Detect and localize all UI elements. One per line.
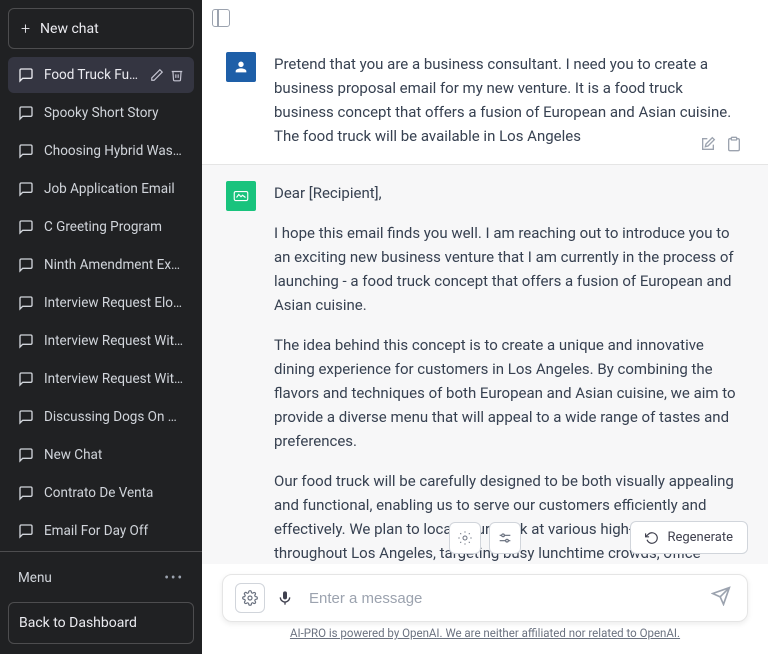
main-panel: Pretend that you are a business consulta… — [202, 0, 768, 654]
messages-container[interactable]: Pretend that you are a business consulta… — [202, 36, 768, 564]
assistant-paragraph: The idea behind this concept is to creat… — [274, 333, 744, 453]
chat-item[interactable]: Choosing Hybrid Washers — [8, 133, 194, 169]
refresh-icon — [645, 531, 659, 545]
delete-chat-icon[interactable] — [170, 68, 184, 82]
chat-list[interactable]: Food Truck Fusion C Spooky Short Story Cho… — [0, 57, 202, 551]
chat-item[interactable]: Interview Request With Mu — [8, 323, 194, 359]
chat-item[interactable]: Job Application Email — [8, 171, 194, 207]
ellipsis-icon: ••• — [164, 570, 184, 586]
sidebar-footer: Menu ••• Back to Dashboard — [0, 551, 202, 654]
chat-item-label: Job Application Email — [44, 181, 184, 197]
chat-item[interactable]: Email For Day Off — [8, 513, 194, 549]
chat-item-label: Spooky Short Story — [44, 105, 184, 121]
chat-item-label: Contrato De Venta — [44, 485, 184, 501]
assistant-paragraph: Dear [Recipient], — [274, 181, 744, 205]
regenerate-button[interactable]: Regenerate — [630, 521, 748, 554]
assistant-message: Dear [Recipient], I hope this email finds… — [202, 164, 768, 564]
assistant-message-content: Dear [Recipient], I hope this email finds… — [274, 181, 744, 564]
edit-chat-icon[interactable] — [150, 68, 164, 82]
new-chat-button[interactable]: + New chat — [8, 8, 194, 49]
chat-item-label: Interview Request With Mu — [44, 333, 184, 349]
send-button[interactable] — [711, 586, 735, 610]
chat-item-label: New Chat — [44, 447, 184, 463]
chat-item-label: Email For Day Off — [44, 523, 184, 539]
chat-item[interactable]: New Chat — [8, 437, 194, 473]
clipboard-icon[interactable] — [726, 136, 744, 154]
chat-item-label: Interview Request With Mu — [44, 371, 184, 387]
edit-icon[interactable] — [700, 136, 718, 154]
sidebar-toggle-icon[interactable] — [212, 9, 230, 27]
user-message-content: Pretend that you are a business consulta… — [274, 52, 744, 148]
user-avatar — [226, 52, 256, 82]
float-controls — [449, 522, 521, 554]
chat-item[interactable]: Spooky Short Story — [8, 95, 194, 131]
input-row — [222, 574, 748, 622]
sliders-button[interactable] — [489, 522, 521, 554]
chat-item-label: Ninth Amendment Explaine — [44, 257, 184, 273]
new-chat-label: New chat — [40, 21, 99, 37]
model-settings-button[interactable] — [449, 522, 481, 554]
chat-item[interactable]: Discussing Dogs On YouTu — [8, 399, 194, 435]
assistant-paragraph: I hope this email finds you well. I am r… — [274, 221, 744, 317]
sidebar: + New chat Food Truck Fusion C Spooky Sho… — [0, 0, 202, 654]
plus-icon: + — [21, 19, 30, 38]
chat-item-label: Choosing Hybrid Washers — [44, 143, 184, 159]
menu-button[interactable]: Menu ••• — [8, 560, 194, 596]
chat-item-label: Discussing Dogs On YouTu — [44, 409, 184, 425]
topbar — [202, 0, 768, 36]
chat-item-label: Interview Request Elon Mus — [44, 295, 184, 311]
chat-item[interactable]: Interview Request Elon Mus — [8, 285, 194, 321]
user-message: Pretend that you are a business consulta… — [202, 36, 768, 164]
chat-item-label: C Greeting Program — [44, 219, 184, 235]
input-area: AI-PRO is powered by OpenAI. We are neit… — [202, 564, 768, 654]
chat-item[interactable]: Food Truck Fusion C — [8, 57, 194, 93]
microphone-button[interactable] — [273, 586, 297, 610]
menu-label: Menu — [18, 570, 52, 586]
chat-item-label: Food Truck Fusion C — [44, 67, 140, 83]
user-message-actions — [700, 136, 744, 154]
input-settings-button[interactable] — [235, 583, 265, 613]
disclaimer-link[interactable]: AI-PRO is powered by OpenAI. We are neit… — [222, 622, 748, 648]
chat-item[interactable]: C Greeting Program — [8, 209, 194, 245]
message-input[interactable] — [305, 584, 703, 613]
chat-item[interactable]: Interview Request With Mu — [8, 361, 194, 397]
assistant-avatar — [226, 181, 256, 211]
back-to-dashboard-button[interactable]: Back to Dashboard — [8, 602, 194, 644]
chat-item[interactable]: Ninth Amendment Explaine — [8, 247, 194, 283]
chat-item[interactable]: Contrato De Venta — [8, 475, 194, 511]
